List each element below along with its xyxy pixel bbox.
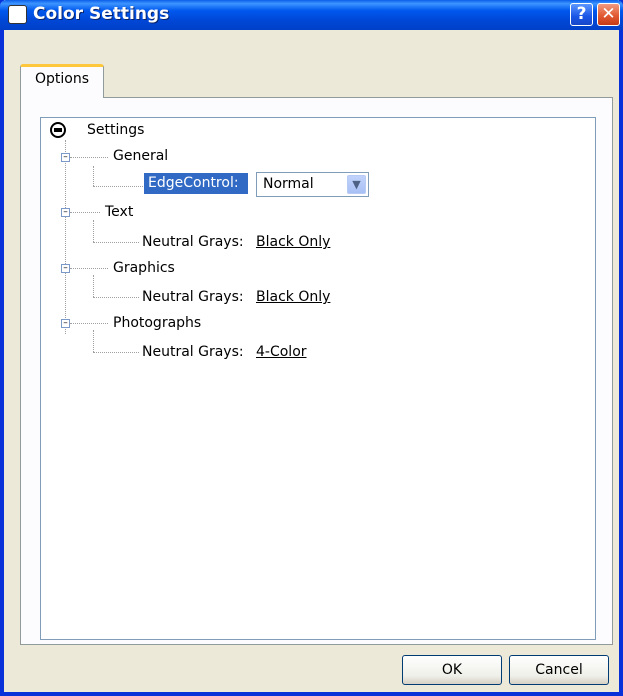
text-neutral-grays-link[interactable]: Black Only — [256, 233, 330, 251]
hp-logo-icon — [50, 122, 66, 138]
help-button[interactable]: ? — [570, 3, 593, 26]
ok-button[interactable]: OK — [402, 655, 502, 685]
graphics-neutral-grays-label: Neutral Grays: — [142, 289, 244, 305]
tree-root-settings[interactable]: Settings — [87, 121, 144, 139]
tree-connector — [93, 297, 139, 298]
tree-connector — [70, 212, 100, 213]
edge-control-select[interactable]: Normal ▼ — [256, 172, 369, 197]
edge-control-value: Normal — [263, 176, 314, 192]
tree-connector — [93, 220, 94, 242]
tree-connector — [65, 140, 66, 334]
tree-node-general[interactable]: General — [113, 147, 168, 165]
text-neutral-grays-label: Neutral Grays: — [142, 234, 244, 250]
title-bar[interactable]: Color Settings ? ✕ — [0, 0, 623, 30]
photographs-neutral-grays-link[interactable]: 4-Color — [256, 343, 307, 361]
tree-connector — [93, 242, 139, 243]
collapse-minus-icon[interactable]: – — [61, 319, 70, 328]
collapse-minus-icon[interactable]: – — [61, 208, 70, 217]
edge-control-label[interactable]: EdgeControl: — [144, 173, 248, 194]
tree-connector — [93, 275, 94, 297]
tab-options[interactable]: Options — [20, 64, 104, 98]
collapse-minus-icon[interactable]: – — [61, 264, 70, 273]
window-title: Color Settings — [33, 4, 170, 24]
tree-connector — [93, 166, 94, 186]
tree-connector — [93, 186, 143, 187]
tree-node-graphics[interactable]: Graphics — [113, 259, 175, 277]
chevron-down-icon[interactable]: ▼ — [347, 175, 366, 194]
tree-node-text[interactable]: Text — [105, 203, 133, 221]
tree-connector — [93, 330, 94, 352]
hp-logo-icon — [8, 5, 27, 24]
tree-connector — [70, 157, 108, 158]
graphics-neutral-grays-link[interactable]: Black Only — [256, 288, 330, 306]
photographs-neutral-grays-label: Neutral Grays: — [142, 344, 244, 360]
tree-connector — [70, 323, 108, 324]
collapse-minus-icon[interactable]: – — [61, 153, 70, 162]
tree-connector — [93, 352, 139, 353]
close-button[interactable]: ✕ — [597, 3, 620, 26]
tree-connector — [70, 268, 108, 269]
tree-node-photographs[interactable]: Photographs — [113, 314, 201, 332]
cancel-button[interactable]: Cancel — [509, 655, 609, 685]
